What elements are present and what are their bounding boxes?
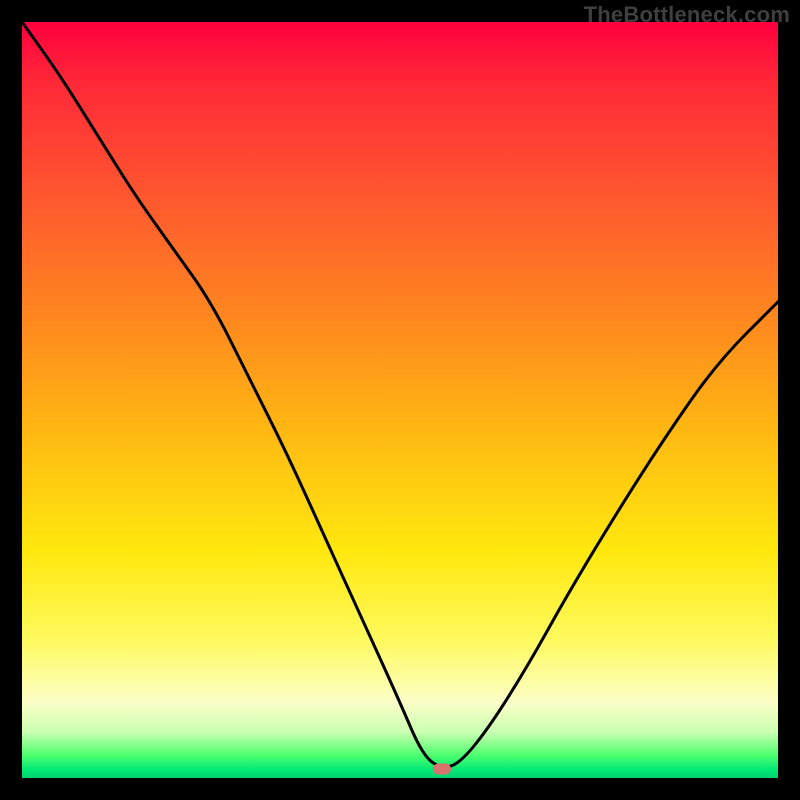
optimal-point-marker bbox=[433, 763, 451, 774]
watermark-text: TheBottleneck.com bbox=[584, 2, 790, 28]
curve-path bbox=[22, 22, 778, 767]
plot-area bbox=[22, 22, 778, 778]
bottleneck-curve bbox=[22, 22, 778, 778]
chart-frame: TheBottleneck.com bbox=[0, 0, 800, 800]
